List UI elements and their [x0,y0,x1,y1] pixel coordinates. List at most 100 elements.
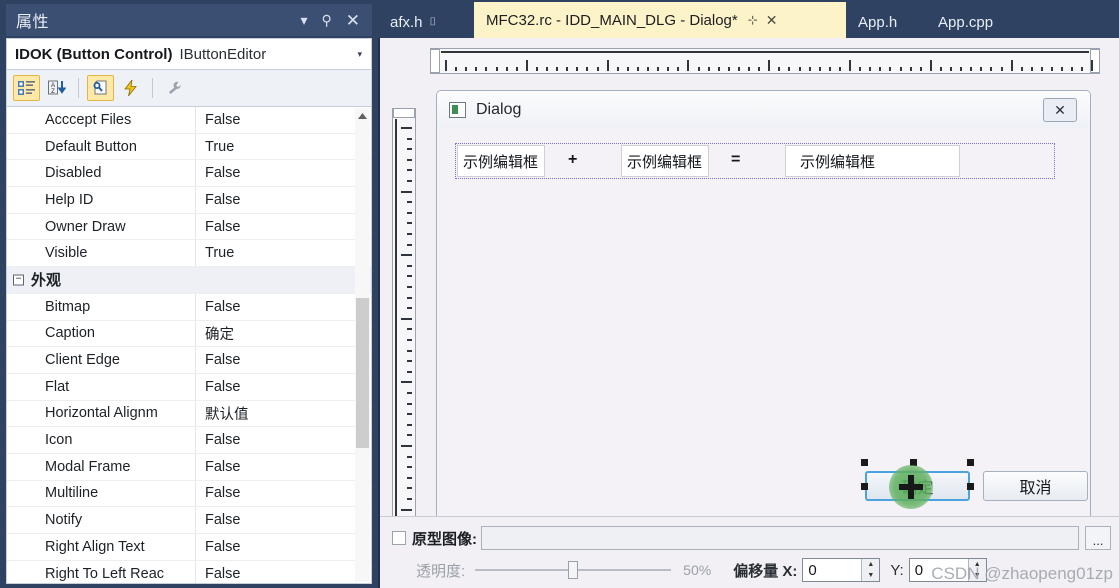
property-row[interactable]: Default Button True [7,133,371,161]
ruler-tick [407,349,412,352]
dialog-close-button[interactable]: ✕ [1043,98,1077,122]
property-pages-icon[interactable] [87,75,114,101]
cancel-button[interactable]: 取消 [983,471,1088,501]
property-row[interactable]: Modal Frame False [7,453,371,481]
offset-x-value[interactable]: 0 [803,559,861,581]
document-tab-2[interactable]: App.h [846,6,926,38]
offset-x-spinner[interactable]: 0 ▲ ▼ [802,558,881,582]
property-row[interactable]: Disabled False [7,160,371,188]
wrench-icon[interactable] [161,75,188,101]
close-icon[interactable]: ✕ [766,12,778,29]
property-value[interactable]: False [195,165,371,181]
property-object-selector[interactable]: IDOK (Button Control) IButtonEditor ▾ [6,38,372,70]
document-tab-1[interactable]: MFC32.rc - IDD_MAIN_DLG - Dialog* ⊹ ✕ [474,2,846,38]
property-row[interactable]: Icon False [7,427,371,454]
column-divider [195,373,196,400]
dialog-title: Dialog [476,101,522,118]
horizontal-ruler[interactable] [430,48,1100,74]
alphabetical-sort-glyph: A Z [47,80,66,95]
resize-handle-ne[interactable] [967,459,974,466]
property-row[interactable]: Caption 确定 [7,320,371,348]
property-value[interactable]: True [195,139,371,155]
ruler-tick [407,169,412,172]
slider-thumb[interactable] [568,561,579,579]
property-value[interactable]: False [195,192,371,208]
property-value[interactable]: False [195,379,371,395]
property-row[interactable]: Right Align Text False [7,534,371,561]
property-category-row[interactable]: − 外观 [7,267,371,294]
opacity-slider[interactable] [475,561,672,579]
browse-button[interactable]: ... [1085,526,1111,550]
property-value[interactable]: False [195,219,371,235]
document-tab-3[interactable]: App.cpp [926,6,1026,38]
property-row[interactable]: Bitmap False [7,293,371,321]
property-grid-scrollbar[interactable] [355,108,370,582]
dialog-client-area[interactable]: 示例编辑框 + 示例编辑框 = 示例编辑框 确定 [437,129,1090,529]
selected-object-editor: IButtonEditor [179,45,267,63]
property-row[interactable]: Owner Draw False [7,213,371,241]
property-row[interactable]: Notify False [7,507,371,534]
ruler-tick [407,243,412,246]
scroll-up-arrow-icon[interactable] [355,108,370,123]
scrollbar-thumb[interactable] [356,298,369,448]
edit-box-3[interactable]: 示例编辑框 [785,145,960,177]
property-value[interactable]: False [195,539,371,555]
resize-handle-nw[interactable] [861,459,868,466]
property-row[interactable]: Help ID False [7,187,371,214]
property-grid[interactable]: Acccept Files False Default Button True Disa… [6,106,372,584]
property-value[interactable]: False [195,112,371,128]
alphabetical-sort-icon[interactable]: A Z [43,75,70,101]
column-divider [195,534,196,560]
column-divider [195,133,196,160]
spinner-buttons[interactable]: ▲ ▼ [861,559,880,581]
opacity-percent-value: 50% [683,562,712,578]
property-row[interactable]: Visible True [7,240,371,268]
pin-icon[interactable]: ⚲ [321,13,331,27]
edit-box-1[interactable]: 示例编辑框 [457,145,545,177]
spinner-down-icon[interactable]: ▼ [862,570,879,581]
resize-handle-w[interactable] [861,483,868,490]
property-value[interactable]: False [195,299,371,315]
resize-handle-e[interactable] [967,483,974,490]
property-row[interactable]: Client Edge False [7,347,371,374]
ruler-tick [859,67,862,71]
ruler-tick [768,60,771,71]
property-row[interactable]: Acccept Files False [7,107,371,134]
categorized-view-icon[interactable] [13,75,40,101]
property-value[interactable]: False [195,432,371,448]
prototype-image-checkbox[interactable] [392,531,406,545]
column-divider [195,240,196,267]
property-value[interactable]: False [195,352,371,368]
designed-dialog[interactable]: Dialog ✕ 示例编辑框 + 示例编辑框 = 示例编辑框 确定 [436,90,1091,530]
ruler-tick [869,67,872,71]
chevron-down-icon[interactable]: ▾ [357,49,362,60]
property-row[interactable]: Right To Left Reac False [7,560,371,583]
property-value[interactable]: False [195,459,371,475]
spinner-up-icon[interactable]: ▲ [862,559,879,570]
vertical-ruler[interactable] [392,108,416,538]
chevron-down-icon[interactable]: ▾ [300,13,307,27]
ruler-tick [401,317,412,320]
property-row[interactable]: Flat False [7,373,371,401]
ruler-tick [1061,67,1064,71]
property-row[interactable]: Multiline False [7,480,371,508]
property-name: Multiline [45,485,99,502]
resource-designer-surface[interactable]: Dialog ✕ 示例编辑框 + 示例编辑框 = 示例编辑框 确定 [378,38,1119,588]
document-tab-0[interactable]: afx.h ⌷ [378,6,474,38]
pin-icon[interactable]: ⊹ [748,13,758,27]
property-value[interactable]: True [195,245,371,261]
edit-box-2[interactable]: 示例编辑框 [621,145,709,177]
events-icon[interactable] [117,75,144,101]
property-value[interactable]: 确定 [195,323,371,344]
property-value[interactable]: False [195,512,371,528]
property-row[interactable]: Horizontal Alignm 默认值 [7,400,371,428]
ruler-tick [407,158,412,161]
property-value[interactable]: False [195,566,371,582]
property-value[interactable]: 默认值 [195,403,371,424]
category-expander-icon[interactable]: − [13,274,24,286]
ruler-tick [525,60,528,71]
close-icon[interactable]: ✕ [346,12,360,29]
prototype-image-path-input[interactable] [481,526,1079,550]
property-value[interactable]: False [195,485,371,501]
ruler-tick [838,67,841,71]
